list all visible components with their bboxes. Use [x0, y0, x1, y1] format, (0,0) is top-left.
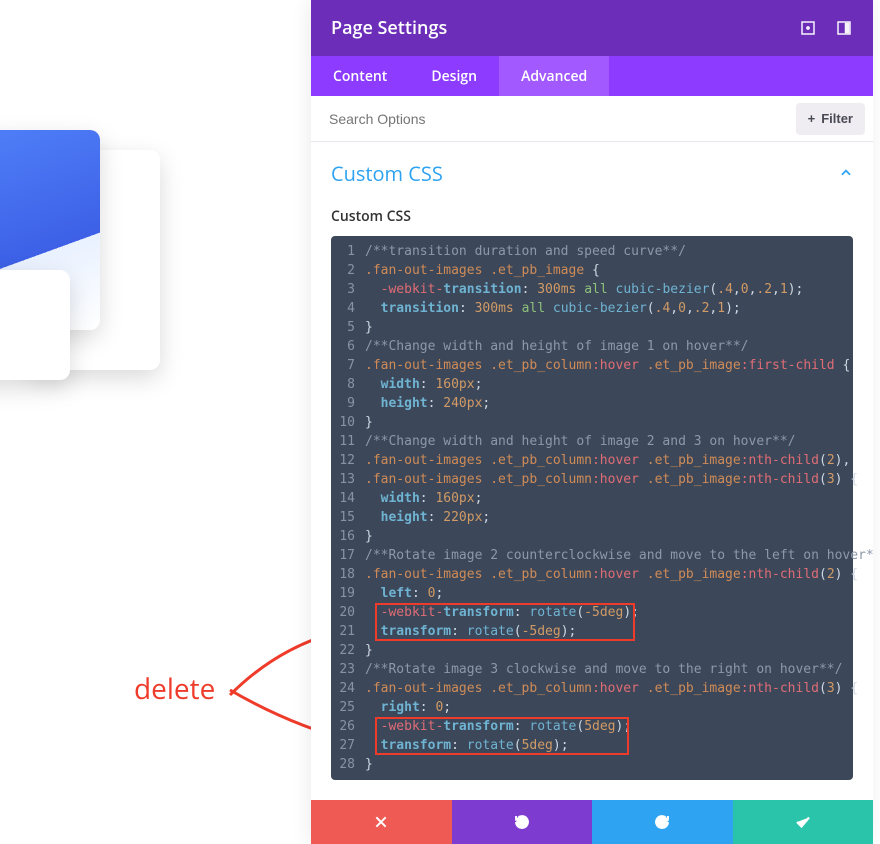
tab-advanced[interactable]: Advanced — [499, 56, 609, 96]
panel-titlebar: Page Settings — [311, 0, 873, 56]
panel-body: Custom CSS Custom CSS 1/**transition dur… — [311, 142, 873, 800]
panel-footer — [311, 800, 873, 844]
highlight-box — [375, 603, 635, 641]
tab-design[interactable]: Design — [409, 56, 499, 96]
tab-content[interactable]: Content — [311, 56, 409, 96]
highlight-box — [375, 717, 629, 755]
filter-button-label: Filter — [821, 111, 853, 126]
page-settings-panel: Page Settings Content Design Advanced + … — [311, 0, 873, 844]
save-button[interactable] — [733, 800, 874, 844]
custom-css-sublabel: Custom CSS — [331, 207, 853, 226]
redo-button[interactable] — [592, 800, 733, 844]
toggle-title: Custom CSS — [331, 160, 443, 187]
css-code-editor[interactable]: 1/**transition duration and speed curve*… — [331, 236, 853, 780]
close-button[interactable] — [311, 800, 452, 844]
snap-right-icon[interactable] — [835, 19, 853, 37]
background-preview — [0, 130, 160, 410]
plus-icon: + — [808, 111, 816, 126]
filter-button[interactable]: + Filter — [796, 103, 865, 135]
tabs-bar: Content Design Advanced — [311, 56, 873, 96]
annotation-delete-label: delete — [134, 670, 215, 708]
undo-button[interactable] — [452, 800, 593, 844]
chevron-up-icon — [839, 163, 853, 185]
panel-title: Page Settings — [331, 16, 447, 40]
search-input[interactable] — [311, 111, 796, 127]
search-row: + Filter — [311, 96, 873, 142]
custom-css-toggle[interactable]: Custom CSS — [331, 160, 853, 187]
expand-icon[interactable] — [799, 19, 817, 37]
preview-card — [0, 270, 70, 380]
